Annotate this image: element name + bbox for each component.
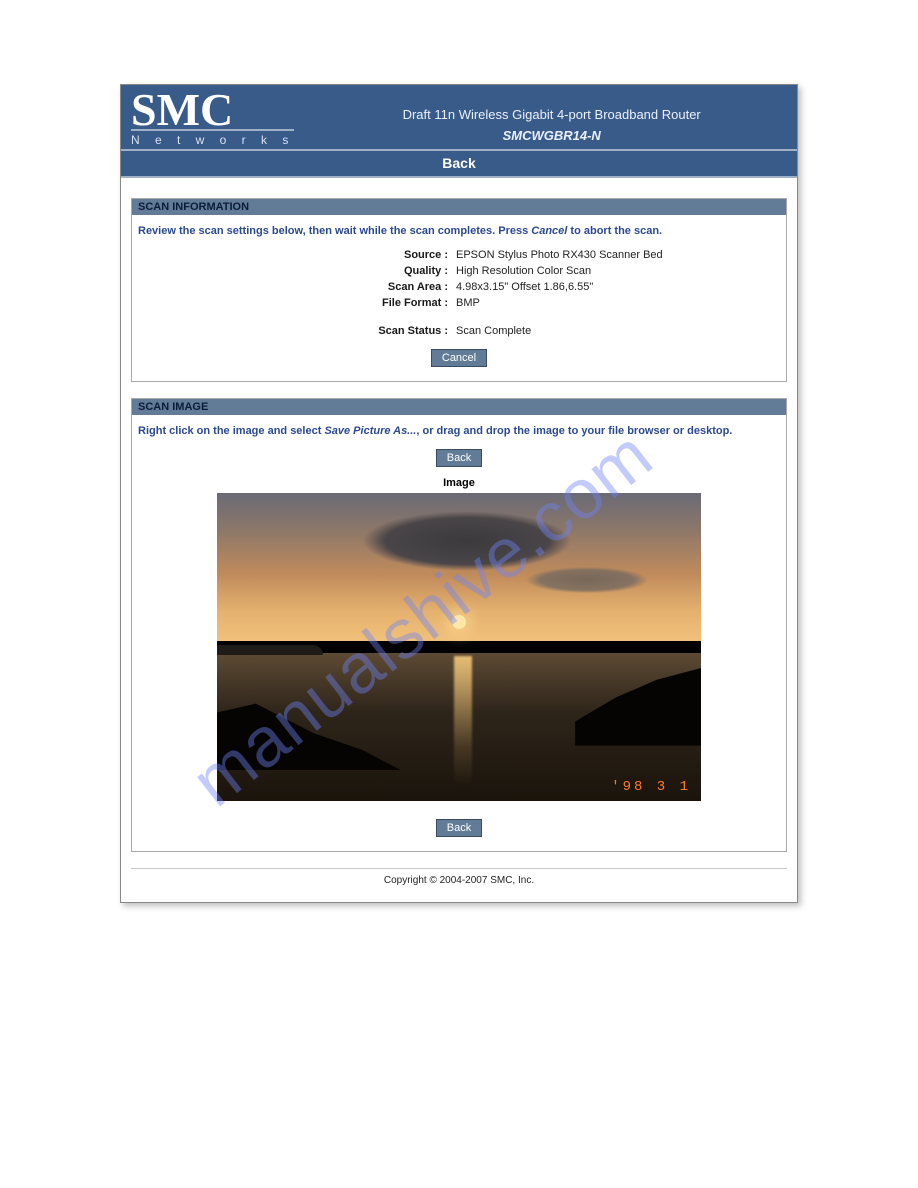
brand-name: SMC: [131, 91, 294, 129]
instr-text-after: to abort the scan.: [567, 225, 662, 237]
scan-area-label: Scan Area :: [248, 281, 448, 293]
scan-status-value: Scan Complete: [456, 325, 663, 337]
back-button-bottom[interactable]: Back: [436, 819, 482, 837]
copyright-footer: Copyright © 2004-2007 SMC, Inc.: [131, 868, 787, 896]
scan-image-title: SCAN IMAGE: [132, 399, 786, 415]
scan-information-title: SCAN INFORMATION: [132, 199, 786, 215]
instr-text: Review the scan settings below, then wai…: [138, 225, 531, 237]
cloud-icon: [362, 511, 572, 571]
scan-image-instructions: Right click on the image and select Save…: [138, 425, 780, 437]
headland-silhouette: [217, 645, 323, 655]
scan-settings-list: Source : EPSON Stylus Photo RX430 Scanne…: [248, 249, 780, 337]
quality-value: High Resolution Color Scan: [456, 265, 663, 277]
cancel-button[interactable]: Cancel: [431, 349, 487, 367]
file-format-label: File Format :: [248, 297, 448, 309]
scanned-image[interactable]: '98 3 1: [217, 493, 701, 801]
cloud-icon: [527, 567, 647, 593]
quality-label: Quality :: [248, 265, 448, 277]
sun-reflection: [454, 656, 472, 786]
scan-area-value: 4.98x3.15" Offset 1.86,6.55": [456, 281, 663, 293]
page-title: Back: [121, 149, 797, 178]
source-value: EPSON Stylus Photo RX430 Scanner Bed: [456, 249, 663, 261]
instr-cancel-word: Cancel: [531, 225, 567, 237]
source-label: Source :: [248, 249, 448, 261]
instr2-save-as: Save Picture As...: [324, 425, 416, 437]
scan-information-panel: SCAN INFORMATION Review the scan setting…: [131, 198, 787, 382]
router-admin-frame: SMC N e t w o r k s Draft 11n Wireless G…: [120, 84, 798, 903]
scan-image-panel: SCAN IMAGE Right click on the image and …: [131, 398, 787, 852]
photo-datestamp: '98 3 1: [611, 779, 691, 795]
brand-logo: SMC N e t w o r k s: [131, 91, 294, 147]
scan-status-label: Scan Status :: [248, 325, 448, 337]
header-bar: SMC N e t w o r k s Draft 11n Wireless G…: [121, 85, 797, 149]
scan-information-instructions: Review the scan settings below, then wai…: [138, 225, 780, 237]
file-format-value: BMP: [456, 297, 663, 309]
product-description: Draft 11n Wireless Gigabit 4-port Broadb…: [403, 107, 701, 128]
back-button-top[interactable]: Back: [436, 449, 482, 467]
instr2-post: , or drag and drop the image to your fil…: [416, 425, 732, 437]
brand-subtitle: N e t w o r k s: [131, 129, 294, 147]
instr2-pre: Right click on the image and select: [138, 425, 324, 437]
image-caption: Image: [138, 477, 780, 489]
product-model: SMCWGBR14-N: [503, 128, 601, 147]
